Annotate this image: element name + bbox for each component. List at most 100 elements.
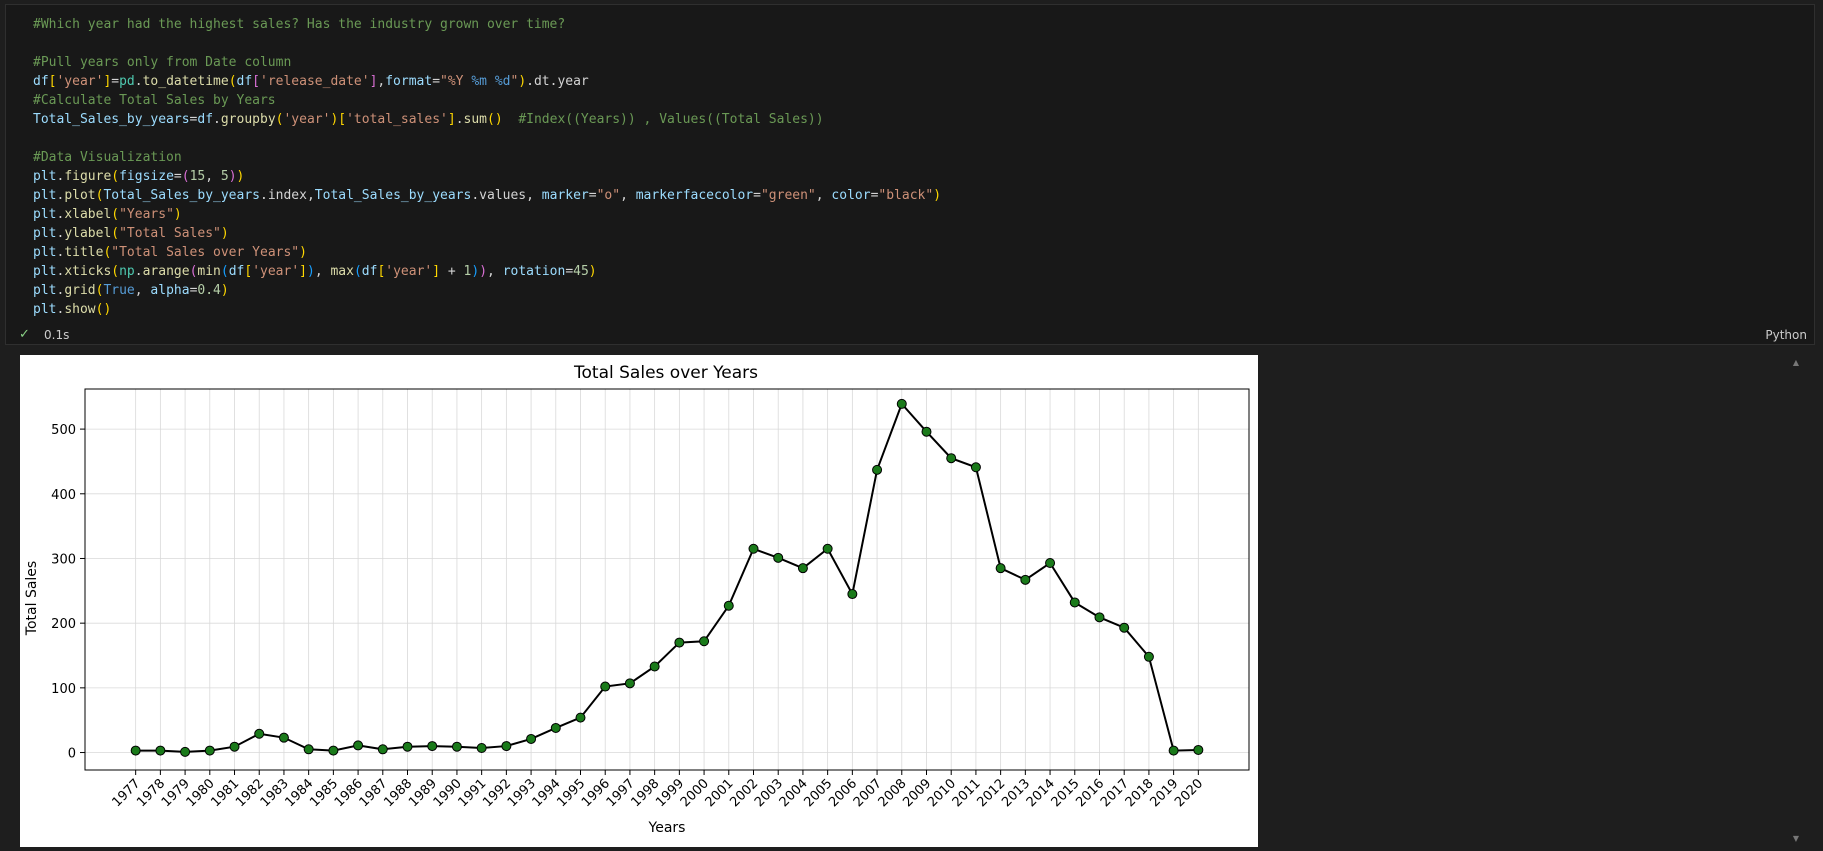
code-token: plt: [33, 264, 57, 279]
code-token: figure: [64, 169, 112, 184]
code-token: %d: [494, 74, 511, 89]
language-label[interactable]: Python: [1765, 328, 1807, 342]
code-token: ): [228, 169, 237, 184]
execution-time: 0.1s: [44, 328, 70, 342]
cell-status-bar: ✓ 0.1s Python: [5, 326, 1815, 345]
code-token: marker: [541, 188, 589, 203]
y-tick-label: 500: [51, 423, 76, 438]
code-line: Total_Sales_by_years=df.groupby('year')[…: [33, 110, 941, 129]
code-token: plt: [33, 226, 57, 241]
code-token: (: [228, 74, 237, 89]
code-token: (: [111, 207, 120, 222]
y-tick-label: 300: [51, 552, 76, 567]
code-token: plt: [33, 245, 57, 260]
scroll-up-icon[interactable]: ▲: [1793, 358, 1799, 367]
code-token: "%Y: [440, 74, 472, 89]
data-point: [896, 398, 907, 409]
scroll-down-icon[interactable]: ▼: [1793, 834, 1799, 843]
cell-output: Total Sales over Years Years Total Sales…: [20, 355, 1258, 847]
data-point: [1069, 597, 1080, 608]
data-point: [624, 678, 635, 689]
code-token: ylabel: [64, 226, 112, 241]
code-token: Total_Sales_by_years: [314, 188, 472, 203]
code-token: sum: [463, 112, 487, 127]
code-token: ): [588, 264, 597, 279]
code-token: title: [64, 245, 104, 260]
code-editor[interactable]: #Which year had the highest sales? Has t…: [33, 15, 941, 319]
code-line: #Which year had the highest sales? Has t…: [33, 15, 941, 34]
code-token: ]: [299, 264, 307, 279]
code-token: (: [181, 169, 190, 184]
code-line: plt.grid(True, alpha=0.4): [33, 281, 941, 300]
data-point: [773, 552, 784, 563]
code-token: .index,: [260, 188, 315, 203]
code-token: min: [197, 264, 221, 279]
code-token: color: [831, 188, 871, 203]
data-point: [847, 589, 858, 600]
code-token: .: [455, 112, 464, 127]
data-point: [476, 743, 487, 754]
data-point: [921, 426, 932, 437]
code-token: "black": [878, 188, 934, 203]
code-token: .: [134, 264, 143, 279]
data-point: [970, 462, 981, 473]
data-point: [723, 600, 734, 611]
code-token: .: [134, 74, 143, 89]
code-token: max: [330, 264, 354, 279]
code-token: (: [111, 226, 120, 241]
code-line: #Pull years only from Date column: [33, 53, 941, 72]
code-token: pd: [119, 74, 135, 89]
code-token: Total_Sales_by_years: [103, 188, 260, 203]
code-token: ): [299, 245, 307, 260]
y-tick-label: 200: [51, 617, 76, 632]
code-token: "green": [760, 188, 816, 203]
code-token: ): [479, 264, 488, 279]
code-token: ,: [205, 169, 221, 184]
data-point: [1045, 558, 1056, 569]
data-point: [550, 722, 561, 733]
code-token: df: [361, 264, 378, 279]
code-token: (): [487, 112, 503, 127]
data-point: [130, 745, 141, 756]
code-token: "Total Sales": [119, 226, 221, 241]
code-token: (: [111, 169, 120, 184]
code-token: (: [353, 264, 362, 279]
code-token: alpha: [150, 283, 190, 298]
code-token: [: [252, 74, 260, 89]
code-token: ,: [620, 188, 636, 203]
code-token: .dt.year: [526, 74, 589, 89]
code-token: plt: [33, 302, 57, 317]
code-line: plt.title("Total Sales over Years"): [33, 243, 941, 262]
code-token: ): [220, 226, 229, 241]
code-token: =: [588, 188, 597, 203]
code-token: ,: [134, 283, 151, 298]
data-point: [1168, 745, 1179, 756]
code-token: ): [220, 283, 229, 298]
code-token: (): [95, 302, 112, 317]
code-token: =: [565, 264, 574, 279]
data-point: [1143, 651, 1154, 662]
data-point: [600, 681, 611, 692]
code-token: "Total Sales over Years": [111, 245, 300, 260]
data-point: [328, 745, 339, 756]
data-point: [1119, 622, 1130, 633]
code-token: "o": [596, 188, 621, 203]
code-token: #Pull years only from Date column: [33, 55, 292, 70]
data-point: [180, 746, 191, 757]
code-token: 'year': [252, 264, 300, 279]
code-token: #Which year had the highest sales? Has t…: [33, 17, 566, 32]
data-point: [303, 744, 314, 755]
code-token: figsize: [119, 169, 174, 184]
code-token: 0.4: [197, 283, 221, 298]
code-token: arange: [142, 264, 190, 279]
code-token: +: [440, 264, 464, 279]
code-token: ]: [447, 112, 456, 127]
code-token: (: [111, 264, 120, 279]
y-axis-label: Total Sales: [24, 561, 40, 636]
data-point: [427, 741, 438, 752]
data-point: [377, 744, 388, 755]
code-line: #Data Visualization: [33, 148, 941, 167]
